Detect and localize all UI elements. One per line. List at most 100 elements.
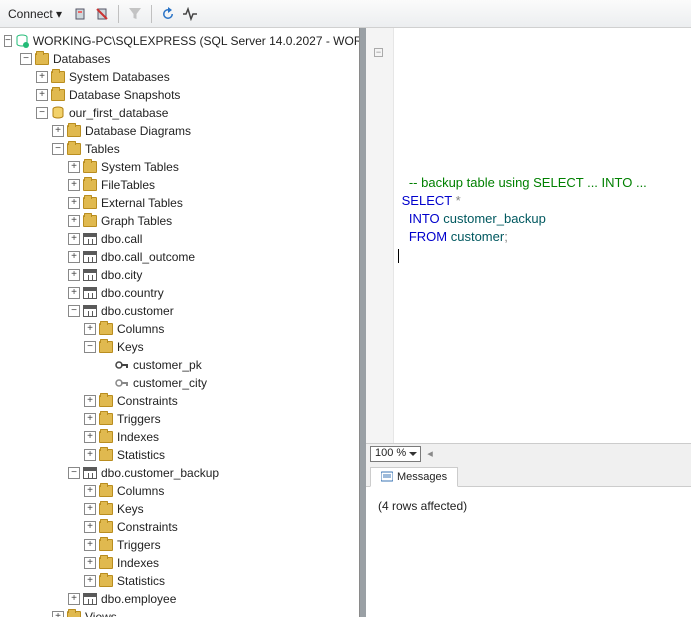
expand-toggle[interactable]: +: [84, 539, 96, 551]
expand-toggle[interactable]: +: [36, 71, 48, 83]
connect-server-icon[interactable]: [72, 6, 88, 22]
expand-toggle[interactable]: −: [84, 341, 96, 353]
expand-toggle[interactable]: −: [4, 35, 12, 47]
folder-icon: [67, 143, 81, 155]
messages-output[interactable]: (4 rows affected): [366, 487, 691, 617]
indexes-node[interactable]: + Indexes: [2, 428, 357, 446]
folder-icon: [67, 611, 81, 617]
expand-toggle[interactable]: +: [68, 161, 80, 173]
expand-toggle[interactable]: +: [68, 197, 80, 209]
connect-button[interactable]: Connect ▾: [4, 5, 66, 23]
expand-toggle[interactable]: +: [68, 269, 80, 281]
expand-toggle[interactable]: +: [84, 503, 96, 515]
columns-node[interactable]: + Columns: [2, 320, 357, 338]
customer-pk-node[interactable]: customer_pk: [2, 356, 357, 374]
system-databases-node[interactable]: + System Databases: [2, 68, 357, 86]
constraints-node-2[interactable]: + Constraints: [2, 518, 357, 536]
messages-tab-icon: [381, 471, 393, 483]
object-explorer-tree[interactable]: − WORKING-PC\SQLEXPRESS (SQL Server 14.0…: [0, 28, 359, 617]
expand-toggle[interactable]: −: [68, 305, 80, 317]
filetables-node[interactable]: + FileTables: [2, 176, 357, 194]
expand-toggle[interactable]: +: [52, 611, 64, 617]
dbo-country-node[interactable]: + dbo.country: [2, 284, 357, 302]
code-fold-icon[interactable]: −: [374, 48, 383, 57]
expand-toggle[interactable]: +: [36, 89, 48, 101]
no-expand: [100, 359, 112, 371]
expand-toggle[interactable]: +: [68, 251, 80, 263]
triggers-node[interactable]: + Triggers: [2, 410, 357, 428]
database-snapshots-node[interactable]: + Database Snapshots: [2, 86, 357, 104]
table-icon: [83, 305, 97, 317]
sql-editor[interactable]: − -- backup table using SELECT ... INTO …: [366, 28, 691, 443]
folder-icon: [99, 341, 113, 353]
main-area: − WORKING-PC\SQLEXPRESS (SQL Server 14.0…: [0, 28, 691, 617]
folder-icon: [51, 71, 65, 83]
object-explorer-panel: − WORKING-PC\SQLEXPRESS (SQL Server 14.0…: [0, 28, 360, 617]
expand-toggle[interactable]: +: [84, 431, 96, 443]
disconnect-server-icon[interactable]: [94, 6, 110, 22]
activity-icon[interactable]: [182, 6, 198, 22]
expand-toggle[interactable]: +: [84, 449, 96, 461]
databases-node[interactable]: − Databases: [2, 50, 357, 68]
connect-label: Connect: [8, 7, 53, 21]
expand-toggle[interactable]: +: [68, 179, 80, 191]
columns-node-2[interactable]: + Columns: [2, 482, 357, 500]
triggers-node-2[interactable]: + Triggers: [2, 536, 357, 554]
pk-key-icon: [115, 360, 129, 370]
folder-icon: [99, 521, 113, 533]
code-line-4: FROM customer;: [398, 229, 508, 244]
code-content: − -- backup table using SELECT ... INTO …: [394, 154, 691, 284]
table-icon: [83, 269, 97, 281]
keys-node-2[interactable]: + Keys: [2, 500, 357, 518]
scroll-left-icon[interactable]: ◂: [427, 447, 433, 460]
system-tables-node[interactable]: + System Tables: [2, 158, 357, 176]
server-node[interactable]: − WORKING-PC\SQLEXPRESS (SQL Server 14.0…: [2, 32, 357, 50]
expand-toggle[interactable]: +: [68, 593, 80, 605]
statistics-node-2[interactable]: + Statistics: [2, 572, 357, 590]
fk-key-icon: [115, 378, 129, 388]
expand-toggle[interactable]: +: [68, 215, 80, 227]
messages-tab[interactable]: Messages: [370, 467, 458, 487]
dbo-call-node[interactable]: + dbo.call: [2, 230, 357, 248]
expand-toggle[interactable]: +: [84, 413, 96, 425]
expand-toggle[interactable]: +: [84, 395, 96, 407]
zoom-select[interactable]: 100 %: [370, 446, 421, 462]
dbo-call-outcome-node[interactable]: + dbo.call_outcome: [2, 248, 357, 266]
expand-toggle[interactable]: −: [36, 107, 48, 119]
expand-toggle[interactable]: +: [52, 125, 64, 137]
expand-toggle[interactable]: −: [68, 467, 80, 479]
dbo-customer-backup-node[interactable]: − dbo.customer_backup: [2, 464, 357, 482]
keys-node[interactable]: − Keys: [2, 338, 357, 356]
refresh-icon[interactable]: [160, 6, 176, 22]
expand-toggle[interactable]: +: [84, 323, 96, 335]
filter-icon[interactable]: [127, 6, 143, 22]
database-diagrams-node[interactable]: + Database Diagrams: [2, 122, 357, 140]
expand-toggle[interactable]: +: [84, 575, 96, 587]
our-first-database-node[interactable]: − our_first_database: [2, 104, 357, 122]
dbo-customer-node[interactable]: − dbo.customer: [2, 302, 357, 320]
graph-tables-node[interactable]: + Graph Tables: [2, 212, 357, 230]
tables-node[interactable]: − Tables: [2, 140, 357, 158]
table-icon: [83, 467, 97, 479]
expand-toggle[interactable]: +: [84, 557, 96, 569]
customer-city-node[interactable]: customer_city: [2, 374, 357, 392]
results-tabs: Messages: [366, 463, 691, 487]
constraints-node[interactable]: + Constraints: [2, 392, 357, 410]
statistics-node[interactable]: + Statistics: [2, 446, 357, 464]
expand-toggle[interactable]: +: [68, 287, 80, 299]
dbo-employee-node[interactable]: + dbo.employee: [2, 590, 357, 608]
expand-toggle[interactable]: −: [20, 53, 32, 65]
dbo-city-node[interactable]: + dbo.city: [2, 266, 357, 284]
toolbar-separator: [151, 5, 152, 23]
zoom-value: 100 %: [375, 447, 406, 459]
folder-icon: [99, 323, 113, 335]
views-node[interactable]: + Views: [2, 608, 357, 617]
expand-toggle[interactable]: +: [84, 521, 96, 533]
table-icon: [83, 251, 97, 263]
expand-toggle[interactable]: +: [84, 485, 96, 497]
indexes-node-2[interactable]: + Indexes: [2, 554, 357, 572]
external-tables-node[interactable]: + External Tables: [2, 194, 357, 212]
expand-toggle[interactable]: −: [52, 143, 64, 155]
folder-icon: [83, 179, 97, 191]
expand-toggle[interactable]: +: [68, 233, 80, 245]
